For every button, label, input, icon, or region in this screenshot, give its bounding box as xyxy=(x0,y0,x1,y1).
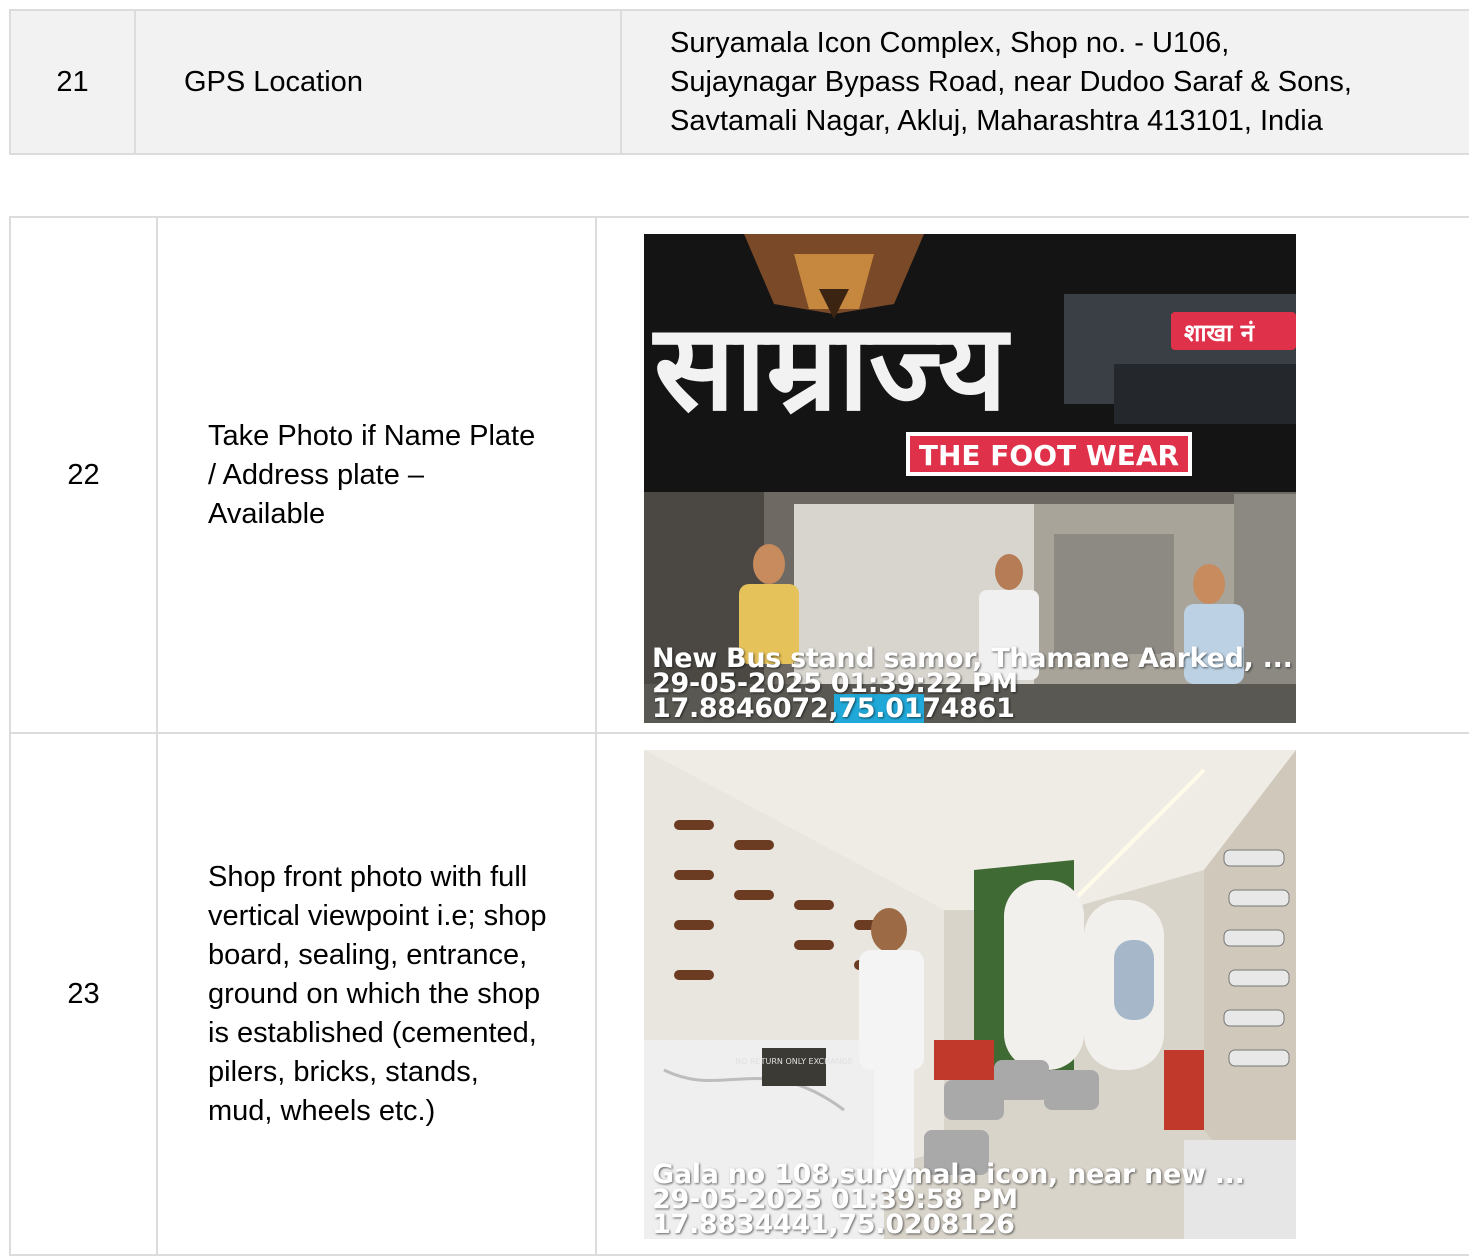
photo-cell: NO RETURN ONLY EXCHANGE Gala no 108,sury… xyxy=(595,732,1469,1256)
row-number: 23 xyxy=(9,732,158,1256)
photo-table: 22 Take Photo if Name Plate / Address pl… xyxy=(9,216,1469,1256)
photo-stamp: Gala no 108,surymala icon, near new ... … xyxy=(652,1161,1245,1239)
table-row: 21 GPS Location Suryamala Icon Complex, … xyxy=(9,9,1469,155)
photo-stamp: New Bus stand samor, Thamane Aarked, ...… xyxy=(652,645,1293,723)
row-label: Shop front photo with full vertical view… xyxy=(156,732,597,1256)
address-line: Suryamala Icon Complex, Shop no. - U106, xyxy=(670,26,1230,59)
label-line: vertical viewpoint i.e; shop xyxy=(208,899,547,932)
photo-cell: साम्राज्य शाखा नं THE FOOT WEAR New Bus … xyxy=(595,216,1469,734)
name-plate-photo: साम्राज्य शाखा नं THE FOOT WEAR New Bus … xyxy=(644,234,1296,723)
row-number: 21 xyxy=(9,9,136,155)
branch-tag: शाखा नं xyxy=(1184,319,1256,347)
gps-table: 21 GPS Location Suryamala Icon Complex, … xyxy=(9,9,1469,155)
table-row: 22 Take Photo if Name Plate / Address pl… xyxy=(9,216,1469,734)
label-line: mud, wheels etc.) xyxy=(208,1094,436,1127)
shop-front-photo: NO RETURN ONLY EXCHANGE Gala no 108,sury… xyxy=(644,750,1296,1239)
stamp-coordinates: 17.8834441,75.0208126 xyxy=(652,1209,1015,1239)
address-line: Sujaynagar Bypass Road, near Dudoo Saraf… xyxy=(670,65,1352,98)
address-line: Savtamali Nagar, Akluj, Maharashtra 4131… xyxy=(670,104,1323,137)
label-line: Shop front photo with full xyxy=(208,860,528,893)
stamp-coordinates: 17.8846072,75.0174861 xyxy=(652,693,1015,723)
label-line: / Address plate – xyxy=(208,458,425,491)
label-line: Available xyxy=(208,497,326,530)
row-label: Take Photo if Name Plate / Address plate… xyxy=(156,216,597,734)
label-line: board, sealing, entrance, xyxy=(208,938,528,971)
row-number: 22 xyxy=(9,216,158,734)
sign-devanagari: साम्राज्य xyxy=(652,299,1012,438)
label-line: pilers, bricks, stands, xyxy=(208,1055,479,1088)
gps-address: Suryamala Icon Complex, Shop no. - U106,… xyxy=(620,9,1469,155)
label-line: ground on which the shop xyxy=(208,977,541,1010)
label-line: Take Photo if Name Plate xyxy=(208,419,536,452)
row-label: GPS Location xyxy=(134,9,622,155)
counter-sign: NO RETURN ONLY EXCHANGE xyxy=(735,1057,853,1066)
table-row: 23 Shop front photo with full vertical v… xyxy=(9,732,1469,1256)
sign-english: THE FOOT WEAR xyxy=(919,439,1179,472)
label-line: is established (cemented, xyxy=(208,1016,537,1049)
